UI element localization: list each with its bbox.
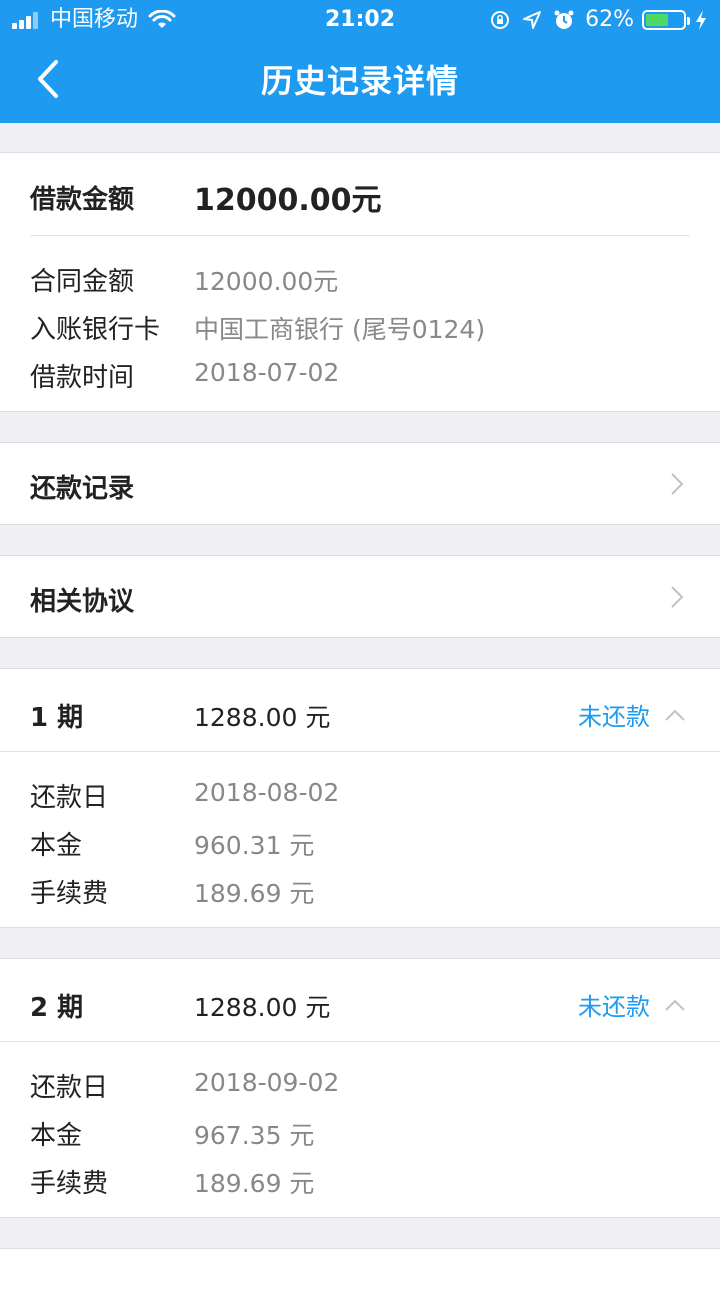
- repayment-records-row[interactable]: 还款记录: [0, 442, 720, 525]
- installment-amount: 1288.00 元: [194, 703, 331, 732]
- bank-card-value: 中国工商银行 (尾号0124): [194, 315, 486, 344]
- battery-icon: [642, 10, 690, 30]
- fee-label: 手续费: [30, 879, 109, 909]
- loan-time-value: 2018-07-02: [194, 358, 340, 387]
- fee-value: 189.69 元: [194, 879, 315, 908]
- installment-card: 2 期 1288.00 元 未还款 还款日 2018-09-02 本金 967.…: [0, 958, 720, 1218]
- installment-header[interactable]: 2 期 1288.00 元 未还款: [0, 959, 720, 1041]
- chevron-right-icon: [671, 586, 684, 608]
- related-agreements-label: 相关协议: [30, 587, 135, 617]
- repayment-records-label: 还款记录: [30, 474, 135, 504]
- installment-amount: 1288.00 元: [194, 993, 331, 1022]
- installment-card: 1 期 1288.00 元 未还款 还款日 2018-08-02 本金 960.…: [0, 668, 720, 928]
- rotation-lock-icon: [491, 11, 510, 29]
- installment-card-partial: [0, 1248, 720, 1308]
- battery-percent: 62%: [585, 7, 634, 32]
- status-bar: 中国移动 21:02 62%: [0, 0, 720, 40]
- app-header: 中国移动 21:02 62% 历史记录详情: [0, 0, 720, 123]
- divider: [30, 235, 690, 236]
- divider: [0, 751, 720, 752]
- charging-icon: [696, 10, 706, 30]
- loan-amount-label: 借款金额: [30, 185, 135, 215]
- due-date-label: 还款日: [30, 1073, 109, 1103]
- due-date-value: 2018-08-02: [194, 778, 340, 807]
- fee-label: 手续费: [30, 1169, 109, 1199]
- due-date-label: 还款日: [30, 783, 109, 813]
- alarm-icon: [554, 10, 574, 29]
- principal-value: 967.35 元: [194, 1121, 315, 1150]
- due-date-value: 2018-09-02: [194, 1068, 340, 1097]
- chevron-up-icon: [665, 709, 685, 721]
- chevron-up-icon: [665, 999, 685, 1011]
- chevron-right-icon: [671, 473, 684, 495]
- principal-label: 本金: [30, 1121, 83, 1151]
- loan-summary-card: 借款金额 12000.00元 合同金额 12000.00元 入账银行卡 中国工商…: [0, 152, 720, 412]
- installment-status-label: 未还款: [578, 993, 650, 1021]
- nav-bar: 历史记录详情: [0, 40, 720, 123]
- principal-label: 本金: [30, 831, 83, 861]
- page-title: 历史记录详情: [260, 62, 459, 100]
- bank-card-label: 入账银行卡: [30, 315, 161, 345]
- principal-value: 960.31 元: [194, 831, 315, 860]
- contract-amount-label: 合同金额: [30, 267, 135, 297]
- loan-amount-value: 12000.00元: [194, 183, 382, 218]
- installment-status: 未还款: [578, 697, 686, 732]
- related-agreements-row[interactable]: 相关协议: [0, 555, 720, 638]
- installment-status: 未还款: [578, 987, 686, 1022]
- installment-period: 2 期: [30, 993, 84, 1023]
- installment-header[interactable]: 1 期 1288.00 元 未还款: [0, 669, 720, 751]
- location-icon: [523, 11, 542, 29]
- installment-period: 1 期: [30, 703, 84, 733]
- loan-time-label: 借款时间: [30, 363, 135, 393]
- divider: [0, 1041, 720, 1042]
- fee-value: 189.69 元: [194, 1169, 315, 1198]
- contract-amount-value: 12000.00元: [194, 267, 339, 296]
- installment-status-label: 未还款: [578, 703, 650, 731]
